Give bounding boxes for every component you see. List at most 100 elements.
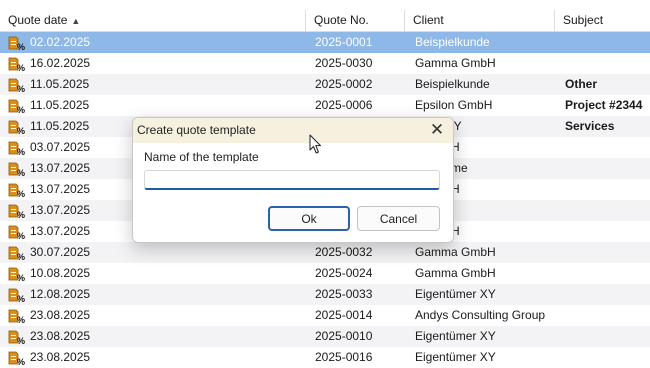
- cell-subject: [565, 200, 650, 221]
- dialog-title-bar[interactable]: Create quote template ✕: [133, 118, 453, 143]
- ok-button[interactable]: Ok: [268, 206, 350, 231]
- column-header-label: Subject: [563, 13, 604, 27]
- column-header-subject[interactable]: Subject: [555, 10, 650, 31]
- cell-subject: [565, 263, 650, 284]
- cell-client: Gamma GmbH: [415, 266, 496, 280]
- quote-document-icon: %: [8, 288, 25, 303]
- svg-text:%: %: [17, 336, 25, 345]
- cell-quote-no: 2025-0010: [315, 329, 373, 343]
- table-row[interactable]: % 16.02.2025 2025-0030 Gamma GmbH: [0, 53, 650, 74]
- cell-quote-no: 2025-0032: [315, 245, 373, 259]
- cell-client: Gamma GmbH: [415, 56, 496, 70]
- cell-subject: [565, 158, 650, 179]
- svg-text:%: %: [17, 189, 25, 198]
- cell-quote-no: 2025-0002: [315, 77, 373, 91]
- quote-document-icon: %: [8, 99, 25, 114]
- table-row[interactable]: % 10.08.2025 2025-0024 Gamma GmbH: [0, 263, 650, 284]
- cancel-button[interactable]: Cancel: [357, 206, 440, 231]
- cell-subject: [565, 53, 650, 74]
- cell-subject: [565, 137, 650, 158]
- svg-text:%: %: [17, 84, 25, 93]
- column-header-quote-no[interactable]: Quote No.: [306, 10, 405, 31]
- quote-document-icon: %: [8, 309, 25, 324]
- cell-client: Eigentümer XY: [415, 350, 496, 364]
- svg-text:%: %: [17, 126, 25, 135]
- cell-subject: Project #2344: [565, 98, 643, 112]
- cell-quote-no: 2025-0016: [315, 350, 373, 364]
- quote-document-icon: %: [8, 330, 25, 345]
- column-header-client[interactable]: Client: [405, 10, 555, 31]
- cell-subject: [565, 347, 650, 368]
- quote-document-icon: %: [8, 36, 25, 51]
- cell-subject: [565, 326, 650, 347]
- table-row[interactable]: % 30.07.2025 2025-0032 Gamma GmbH: [0, 242, 650, 263]
- cell-client: Gamma GmbH: [415, 245, 496, 259]
- svg-text:%: %: [17, 357, 25, 366]
- svg-text:%: %: [17, 210, 25, 219]
- close-icon[interactable]: ✕: [427, 120, 447, 140]
- template-name-input[interactable]: [144, 170, 440, 190]
- grid-header: Quote date ▲ Quote No. Client Subject: [0, 10, 650, 32]
- cell-subject: [565, 305, 650, 326]
- cell-quote-no: 2025-0001: [315, 35, 373, 49]
- svg-text:%: %: [17, 42, 25, 51]
- table-row[interactable]: % 12.08.2025 2025-0033 Eigentümer XY: [0, 284, 650, 305]
- mouse-cursor-icon: [309, 134, 321, 154]
- cell-quote-date: 23.08.2025: [30, 308, 91, 322]
- cell-subject: [565, 32, 650, 53]
- column-header-label: Quote No.: [314, 13, 369, 27]
- cell-subject: Other: [565, 77, 598, 91]
- quote-document-icon: %: [8, 162, 25, 177]
- cell-quote-no: 2025-0033: [315, 287, 373, 301]
- svg-text:%: %: [17, 231, 25, 240]
- cell-quote-date: 10.08.2025: [30, 266, 91, 280]
- cell-client: Andys Consulting Group: [415, 308, 546, 322]
- cell-subject: [565, 242, 650, 263]
- svg-text:%: %: [17, 252, 25, 261]
- quote-document-icon: %: [8, 141, 25, 156]
- cell-subject: Services: [565, 119, 615, 133]
- table-row[interactable]: % 23.08.2025 2025-0014 Andys Consulting Gro…: [0, 305, 650, 326]
- svg-text:%: %: [17, 63, 25, 72]
- svg-text:%: %: [17, 294, 25, 303]
- table-row[interactable]: % 23.08.2025 2025-0016 Eigentümer XY: [0, 347, 650, 368]
- quote-document-icon: %: [8, 57, 25, 72]
- cell-quote-date: 16.02.2025: [30, 56, 91, 70]
- cell-quote-date: 12.08.2025: [30, 287, 91, 301]
- create-quote-template-dialog: Create quote template ✕ Name of the temp…: [132, 117, 454, 243]
- column-header-quote-date[interactable]: Quote date ▲: [0, 10, 306, 31]
- template-name-label: Name of the template: [144, 150, 259, 164]
- cell-quote-no: 2025-0030: [315, 56, 373, 70]
- cell-quote-date: 11.05.2025: [30, 77, 90, 91]
- sort-ascending-icon: ▲: [71, 16, 81, 26]
- dialog-title: Create quote template: [137, 123, 256, 137]
- cell-subject: [565, 284, 650, 305]
- cell-client: Eigentümer XY: [415, 329, 496, 343]
- table-row[interactable]: % 23.08.2025 2025-0010 Eigentümer XY: [0, 326, 650, 347]
- cell-client: Eigentümer XY: [415, 287, 496, 301]
- cell-quote-no: 2025-0014: [315, 308, 373, 322]
- cell-client: Beispielkunde: [415, 35, 490, 49]
- quote-document-icon: %: [8, 351, 25, 366]
- svg-text:%: %: [17, 273, 25, 282]
- column-header-label: Quote date: [8, 13, 68, 27]
- quote-document-icon: %: [8, 120, 25, 135]
- quote-document-icon: %: [8, 78, 25, 93]
- cell-quote-no: 2025-0024: [315, 266, 373, 280]
- quote-document-icon: %: [8, 267, 25, 282]
- table-row[interactable]: % 02.02.2025 2025-0001 Beispielkunde: [0, 32, 650, 53]
- cell-quote-date: 30.07.2025: [30, 245, 91, 259]
- cell-subject: [565, 221, 650, 242]
- svg-text:%: %: [17, 105, 25, 114]
- cell-quote-date: 11.05.2025: [30, 98, 90, 112]
- quote-document-icon: %: [8, 246, 25, 261]
- svg-text:%: %: [17, 315, 25, 324]
- cell-quote-date: 23.08.2025: [30, 350, 91, 364]
- cell-quote-date: 02.02.2025: [30, 35, 91, 49]
- cell-quote-no: 2025-0006: [315, 98, 373, 112]
- svg-text:%: %: [17, 147, 25, 156]
- table-row[interactable]: % 11.05.2025 2025-0002 Beispielkunde Other: [0, 74, 650, 95]
- cell-client: Epsilon GmbH: [415, 98, 493, 112]
- table-row[interactable]: % 11.05.2025 2025-0006 Epsilon GmbH Project …: [0, 95, 650, 116]
- quote-document-icon: %: [8, 183, 25, 198]
